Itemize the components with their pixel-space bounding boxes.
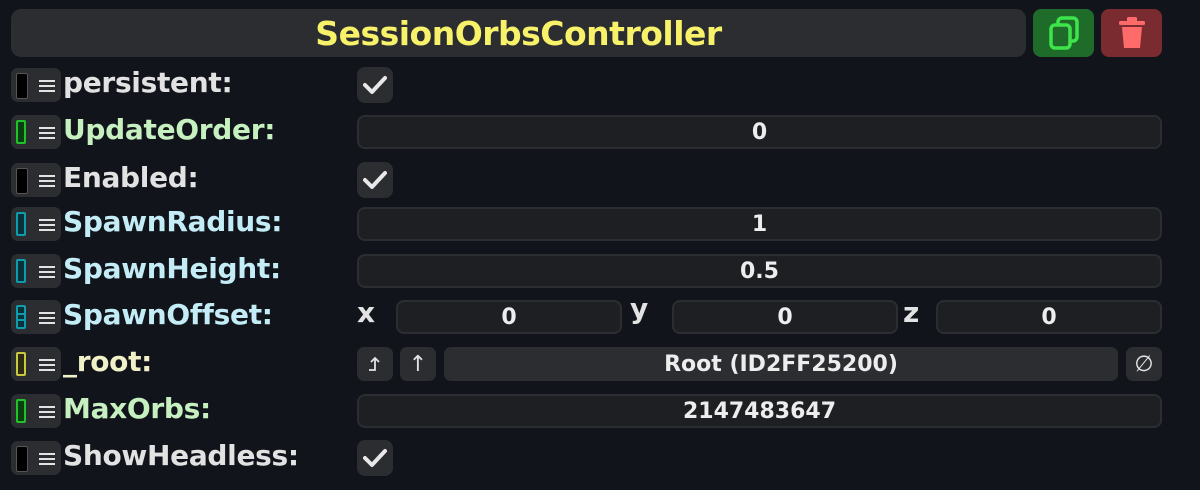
z-axis-label: z [903,296,920,329]
row-spawn-height: SpawnHeight: 0.5 [0,250,1200,290]
trash-icon [1118,17,1145,48]
menu-lines-icon [39,266,55,278]
type-indicator [16,305,26,329]
checkmark-icon [363,76,387,94]
update-order-input[interactable]: 0 [357,115,1162,149]
row-update-order: UpdateOrder: 0 [0,111,1200,151]
field-label: _root: [63,345,153,378]
enabled-checkbox[interactable] [357,162,393,198]
y-axis-label: y [630,292,649,325]
field-drag-handle[interactable] [11,163,61,197]
menu-lines-icon [39,127,55,139]
type-indicator [16,259,26,283]
parent-reference-button[interactable]: ↑ [400,347,436,381]
duplicate-icon [1048,16,1079,50]
x-axis-label: x [357,296,376,329]
persistent-checkbox[interactable] [357,67,393,103]
menu-lines-icon [39,359,55,371]
spawn-height-input[interactable]: 0.5 [357,254,1162,288]
row-root: _root: ↑ Root (ID2FF25200) ∅ [0,343,1200,383]
component-title: SessionOrbsController [315,13,722,53]
field-label: Enabled: [63,161,199,194]
jump-arrow-icon [369,356,380,371]
duplicate-button[interactable] [1033,9,1094,57]
field-label: ShowHeadless: [63,439,299,472]
type-indicator [16,399,26,423]
field-drag-handle[interactable] [11,68,61,102]
show-headless-checkbox[interactable] [357,440,393,476]
open-reference-button[interactable] [357,347,393,381]
menu-lines-icon [39,80,55,92]
field-label: SpawnHeight: [63,252,281,285]
type-indicator [16,120,26,144]
menu-lines-icon [39,453,55,465]
field-drag-handle[interactable] [11,441,61,475]
spawn-offset-z-input[interactable]: 0 [936,300,1162,334]
checkmark-icon [363,171,387,189]
type-indicator [16,73,28,99]
checkmark-icon [363,449,387,467]
menu-lines-icon [39,406,55,418]
field-label: SpawnRadius: [63,205,283,238]
type-indicator [16,352,26,376]
spawn-offset-x-input[interactable]: 0 [396,300,622,334]
row-max-orbs: MaxOrbs: 2147483647 [0,390,1200,430]
field-drag-handle[interactable] [11,207,61,241]
spawn-offset-y-input[interactable]: 0 [672,300,898,334]
field-drag-handle[interactable] [11,394,61,428]
type-indicator [16,168,28,194]
component-header[interactable]: SessionOrbsController [11,9,1026,57]
max-orbs-input[interactable]: 2147483647 [357,394,1162,428]
field-label: persistent: [63,66,233,99]
row-spawn-radius: SpawnRadius: 1 [0,203,1200,243]
menu-lines-icon [39,219,55,231]
field-drag-handle[interactable] [11,115,61,149]
field-drag-handle[interactable] [11,300,61,334]
field-label: MaxOrbs: [63,392,211,425]
row-enabled: Enabled: [0,159,1200,199]
field-drag-handle[interactable] [11,347,61,381]
row-persistent: persistent: [0,64,1200,104]
row-show-headless: ShowHeadless: [0,437,1200,477]
root-reference-field[interactable]: Root (ID2FF25200) [444,347,1118,381]
type-indicator [16,446,28,472]
menu-lines-icon [39,312,55,324]
field-label: UpdateOrder: [63,113,276,146]
spawn-radius-input[interactable]: 1 [357,207,1162,241]
type-indicator [16,212,26,236]
row-spawn-offset: SpawnOffset: x 0 y 0 z 0 [0,292,1200,336]
inspector-panel: SessionOrbsController persistent: Update [0,0,1200,490]
menu-lines-icon [39,175,55,187]
field-label: SpawnOffset: [63,298,273,331]
field-drag-handle[interactable] [11,254,61,288]
delete-button[interactable] [1101,9,1162,57]
clear-reference-button[interactable]: ∅ [1126,347,1162,381]
